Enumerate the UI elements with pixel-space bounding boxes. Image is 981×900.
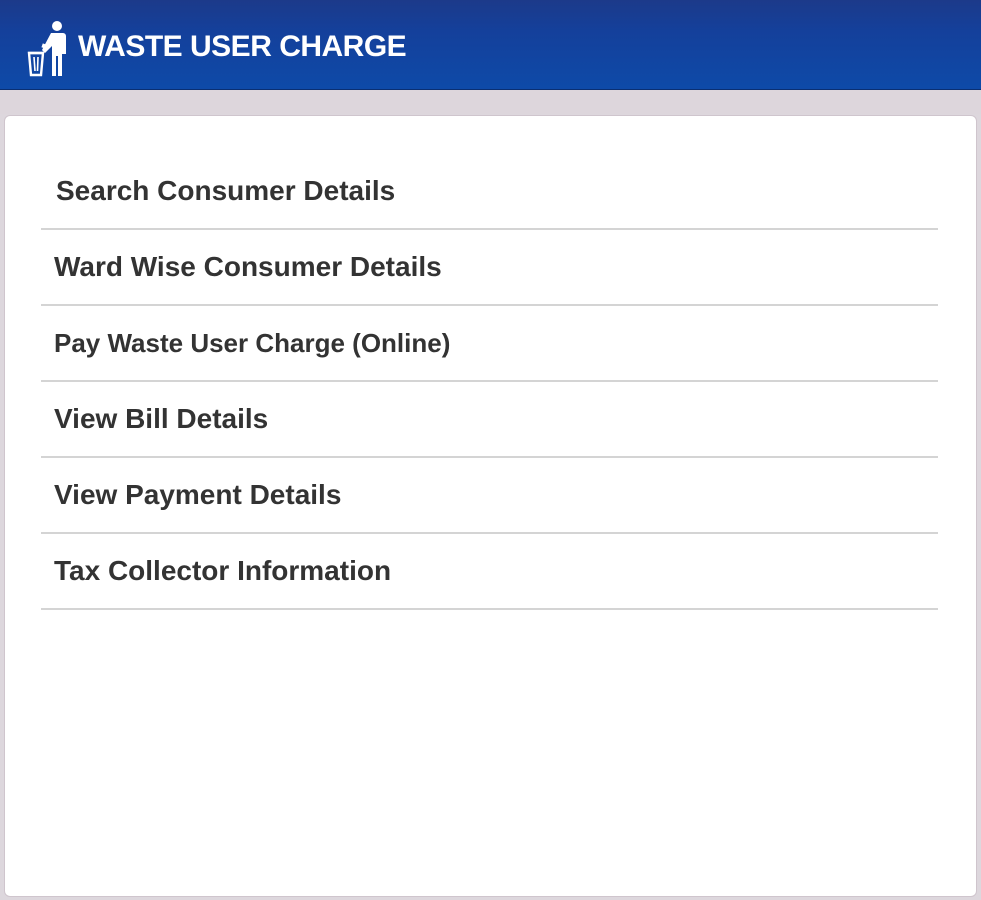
- menu-item-view-bill-details[interactable]: View Bill Details: [41, 382, 938, 458]
- menu-item-label: Pay Waste User Charge (Online): [54, 328, 451, 358]
- menu-item-tax-collector-information[interactable]: Tax Collector Information: [41, 534, 938, 610]
- panel-header: WASTE USER CHARGE: [0, 0, 981, 90]
- menu-item-search-consumer-details[interactable]: Search Consumer Details: [41, 154, 938, 230]
- waste-disposal-icon: [27, 21, 66, 77]
- menu-item-label: Tax Collector Information: [54, 555, 392, 586]
- menu-item-label: Search Consumer Details: [56, 175, 396, 206]
- menu-list: Search Consumer Details Ward Wise Consum…: [41, 154, 938, 610]
- page-title: WASTE USER CHARGE: [78, 30, 407, 63]
- menu-item-label: Ward Wise Consumer Details: [54, 251, 442, 282]
- menu-item-pay-waste-user-charge-online[interactable]: Pay Waste User Charge (Online): [41, 306, 938, 382]
- header-separator: [0, 90, 981, 114]
- menu-item-ward-wise-consumer-details[interactable]: Ward Wise Consumer Details: [41, 230, 938, 306]
- menu-item-label: View Payment Details: [54, 479, 342, 510]
- waste-user-charge-panel: WASTE USER CHARGE Search Consumer Detail…: [0, 0, 981, 900]
- menu-item-label: View Bill Details: [54, 403, 269, 434]
- menu-item-view-payment-details[interactable]: View Payment Details: [41, 458, 938, 534]
